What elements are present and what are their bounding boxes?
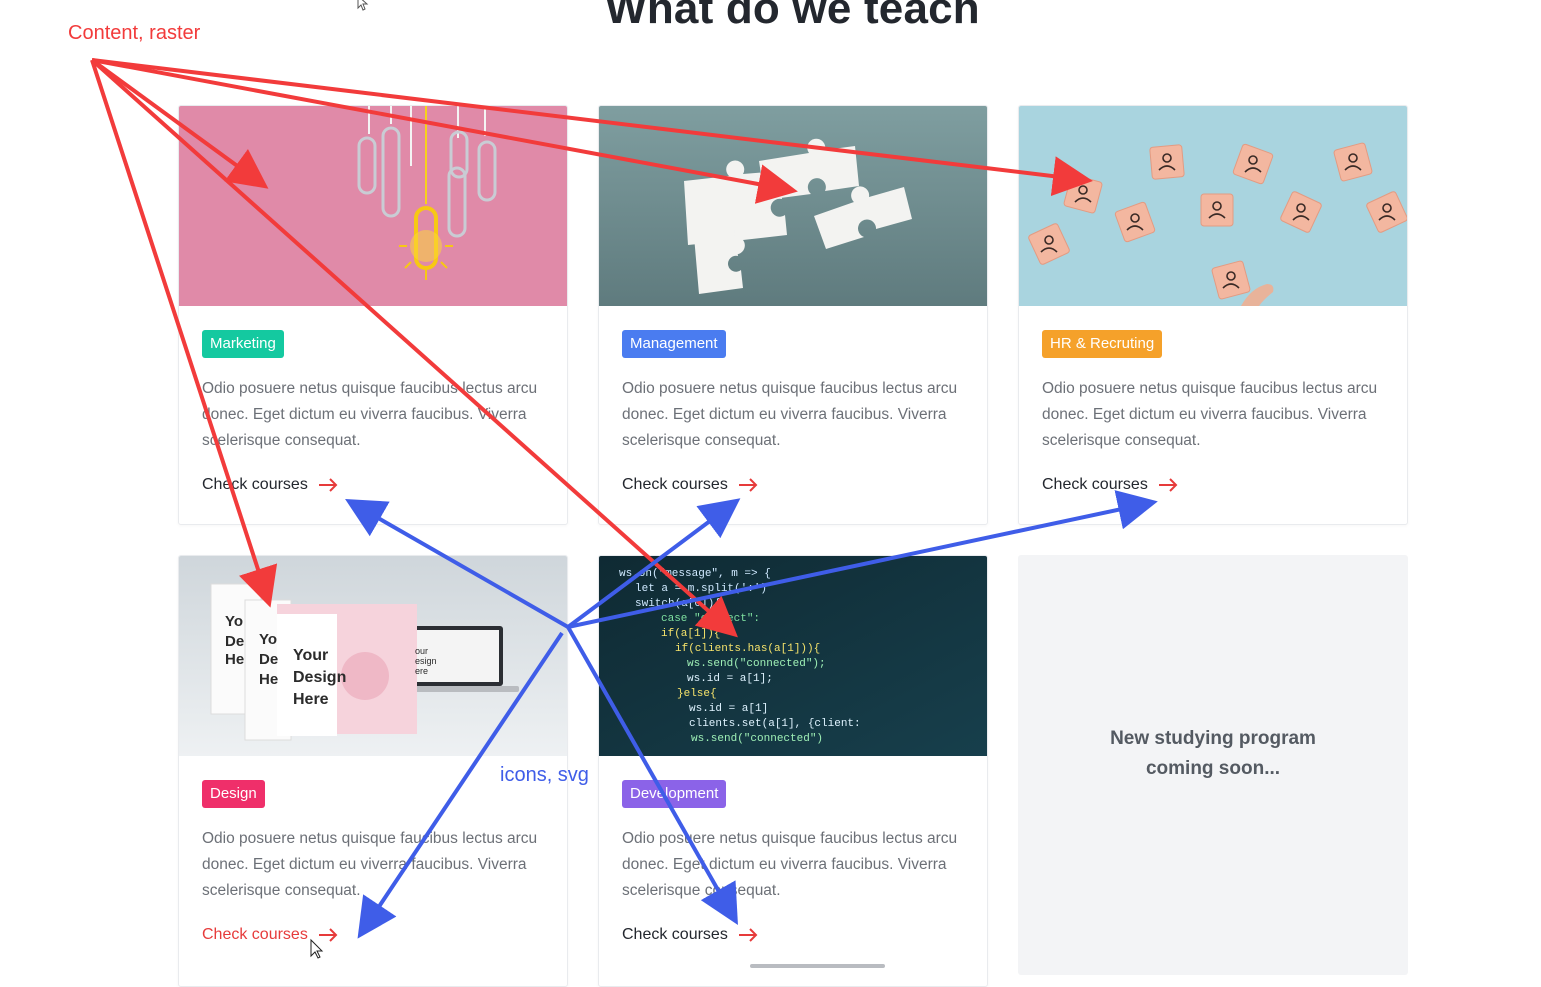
svg-text:He: He (225, 651, 244, 668)
check-courses-link[interactable]: Check courses (202, 926, 338, 944)
check-courses-label: Check courses (1042, 476, 1148, 493)
arrow-right-icon (318, 928, 338, 942)
card-description: Odio posuere netus quisque faucibus lect… (622, 830, 958, 899)
svg-text:Here: Here (293, 691, 329, 708)
check-courses-label: Check courses (622, 926, 728, 943)
card-description: Odio posuere netus quisque faucibus lect… (202, 380, 538, 449)
code-line: }else{ (677, 688, 717, 700)
page-title: What do we teach (605, 0, 980, 33)
svg-text:De: De (225, 633, 244, 650)
tag-management[interactable]: Management (622, 330, 726, 358)
annotation-icons-label: icons, svg (500, 764, 589, 786)
svg-text:Your: Your (293, 647, 328, 664)
tag-marketing[interactable]: Marketing (202, 330, 284, 358)
code-screen-image: ws.on("message", m => { let a = m.split('… (599, 556, 987, 756)
course-card-hr: HR & Recruting Odio posuere netus quisqu… (1018, 105, 1408, 525)
svg-text:Yo: Yo (259, 631, 277, 648)
svg-text:Design: Design (293, 669, 346, 686)
arrow-right-icon (738, 928, 758, 942)
code-line: switch(a[0]){ (635, 598, 721, 610)
annotation-content-label: Content, raster (68, 22, 201, 44)
svg-text:esign: esign (415, 656, 437, 666)
check-courses-link[interactable]: Check courses (202, 476, 338, 494)
paperclips-lightbulb-image (179, 106, 567, 306)
check-courses-link[interactable]: Check courses (1042, 476, 1178, 494)
svg-text:our: our (415, 646, 428, 656)
check-courses-link[interactable]: Check courses (622, 476, 758, 494)
svg-text:ere: ere (415, 666, 428, 676)
check-courses-label: Check courses (202, 476, 308, 493)
code-line: case "connect": (661, 613, 760, 625)
code-line: clients.set(a[1], {client: (689, 718, 861, 730)
course-card-development: ws.on("message", m => { let a = m.split('… (598, 555, 988, 987)
card-description: Odio posuere netus quisque faucibus lect… (1042, 380, 1378, 449)
code-line: ws.send("connected") (691, 733, 823, 745)
tag-design[interactable]: Design (202, 780, 265, 808)
people-blocks-image (1019, 106, 1407, 306)
svg-text:De: De (259, 651, 278, 668)
code-line: let a = m.split(':') (635, 583, 767, 595)
tag-development[interactable]: Development (622, 780, 727, 808)
scroll-indicator[interactable] (750, 964, 885, 968)
arrow-right-icon (318, 478, 338, 492)
arrow-right-icon (738, 478, 758, 492)
code-line: ws.on("message", m => { (619, 568, 771, 580)
course-card-marketing: Marketing Odio posuere netus quisque fau… (178, 105, 568, 525)
card-description: Odio posuere netus quisque faucibus lect… (622, 380, 958, 449)
svg-text:Yo: Yo (225, 613, 243, 630)
svg-text:He: He (259, 671, 278, 688)
tag-hr-recruting[interactable]: HR & Recruting (1042, 330, 1163, 358)
coming-soon-text: New studying program coming soon... (1110, 728, 1316, 779)
check-courses-label: Check courses (202, 926, 308, 943)
check-courses-label: Check courses (622, 476, 728, 493)
course-card-management: Management Odio posuere netus quisque fa… (598, 105, 988, 525)
coming-soon-card: New studying program coming soon... (1018, 555, 1408, 975)
code-line: ws.id = a[1] (689, 703, 768, 715)
card-description: Odio posuere netus quisque faucibus lect… (202, 830, 538, 899)
design-mockups-image: Your Design Here Yo De He Yo De He our e… (179, 556, 567, 756)
code-line: if(clients.has(a[1])){ (675, 643, 820, 655)
check-courses-link[interactable]: Check courses (622, 926, 758, 944)
code-line: ws.send("connected"); (687, 658, 826, 670)
puzzle-pieces-image (599, 106, 987, 306)
code-line: if(a[1]){ (661, 628, 720, 640)
arrow-right-icon (1158, 478, 1178, 492)
code-line: ws.id = a[1]; (687, 673, 773, 685)
